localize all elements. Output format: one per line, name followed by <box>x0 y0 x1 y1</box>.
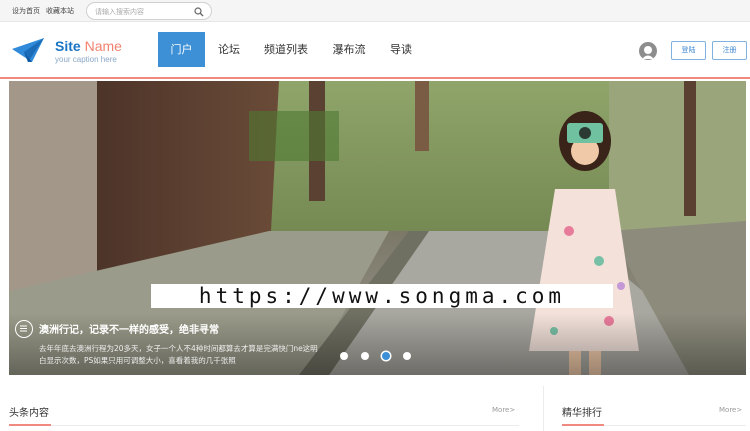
slide-dot-4[interactable] <box>403 352 411 360</box>
slide-dot-1[interactable] <box>340 352 348 360</box>
top-bar: 设为首页 收藏本站 <box>0 0 750 22</box>
login-button[interactable]: 登陆 <box>671 41 706 60</box>
nav-forum[interactable]: 论坛 <box>208 32 250 67</box>
site-caption: your caption here <box>55 55 117 64</box>
slide-dot-3[interactable] <box>382 352 390 360</box>
register-button[interactable]: 注册 <box>712 41 747 60</box>
nav-channel-list[interactable]: 频道列表 <box>257 32 315 67</box>
site-name-accent: Name <box>84 38 122 54</box>
site-header: Site Name your caption here 门户 论坛 频道列表 瀑… <box>0 22 750 79</box>
nav-guide[interactable]: 导读 <box>382 32 420 67</box>
search-icon[interactable] <box>194 7 204 17</box>
site-name-main: Site <box>55 38 81 54</box>
ranking-underline <box>562 424 604 426</box>
hero-slider[interactable]: https://www.songma.com 澳洲行记，记录不一样的感受，绝非寻… <box>9 81 746 375</box>
slide-description: 去年年底去澳洲行程为20多天，女子一个人不4种时间都算去才算是完满快门ne这明白… <box>39 344 318 365</box>
paper-plane-logo-icon[interactable] <box>12 36 44 64</box>
search-input[interactable] <box>95 6 191 17</box>
headline-underline <box>9 424 51 426</box>
bookmark-link[interactable]: 收藏本站 <box>46 6 74 16</box>
headline-divider <box>9 425 519 426</box>
slide-title[interactable]: 澳洲行记，记录不一样的感受，绝非寻常 <box>39 321 219 336</box>
watermark-text: https://www.songma.com <box>151 284 613 308</box>
search-box <box>86 2 212 20</box>
headline-more-link[interactable]: More> <box>492 406 515 414</box>
nav-waterfall[interactable]: 瀑布流 <box>326 32 372 67</box>
site-name[interactable]: Site Name <box>55 38 122 54</box>
user-silhouette-icon <box>642 46 654 59</box>
section-separator <box>543 386 544 431</box>
set-home-link[interactable]: 设为首页 <box>12 6 40 16</box>
ranking-section-title: 精华排行 <box>562 408 602 419</box>
slide-dot-2[interactable] <box>361 352 369 360</box>
user-avatar[interactable] <box>639 42 657 60</box>
nav-portal[interactable]: 门户 <box>158 32 205 67</box>
list-icon <box>15 320 33 338</box>
headline-section-title: 头条内容 <box>9 408 49 419</box>
ranking-more-link[interactable]: More> <box>719 406 742 414</box>
